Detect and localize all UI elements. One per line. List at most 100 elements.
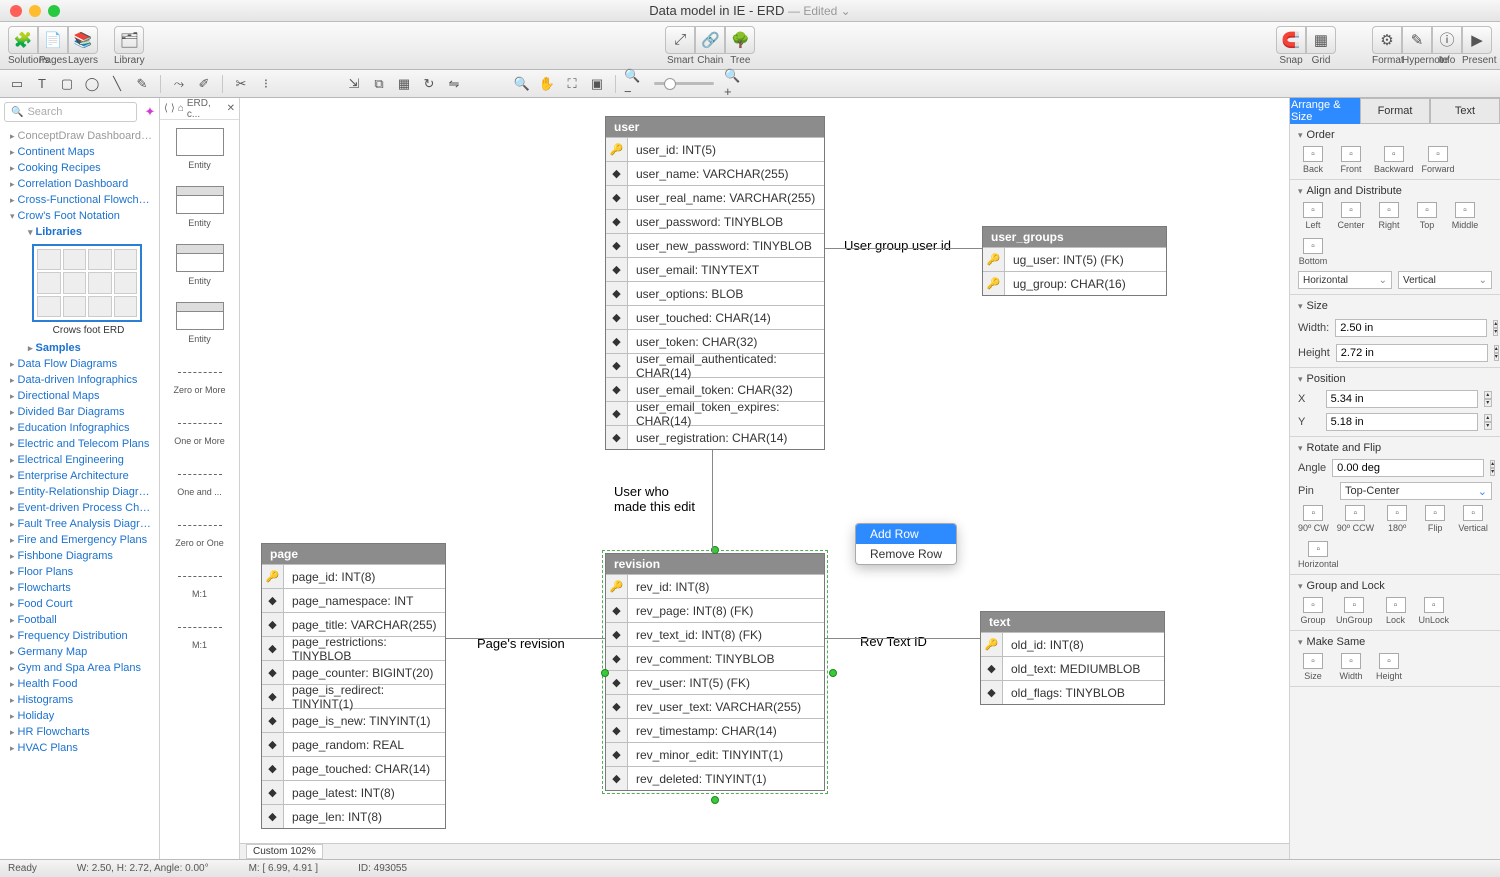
distribute-horizontal[interactable]: Horizontal [1298,271,1392,289]
erd-row[interactable]: ◆user_options: BLOB [606,281,824,305]
tree-item[interactable]: Fault Tree Analysis Diagrams [0,516,159,532]
erd-row[interactable]: ◆page_is_new: TINYINT(1) [262,708,445,732]
erd-row[interactable]: ◆rev_comment: TINYBLOB [606,646,824,670]
erd-table-user[interactable]: user🔑user_id: INT(5)◆user_name: VARCHAR(… [605,116,825,450]
rotate-vertical[interactable]: ▫Vertical [1458,505,1488,533]
pin-select[interactable]: Top-Center [1340,482,1492,500]
order-back[interactable]: ▫Back [1298,146,1328,174]
tree-item[interactable]: Football [0,612,159,628]
connector-tool[interactable]: ⤳ [168,74,190,94]
section-align[interactable]: Align and Distribute [1298,185,1492,197]
library-button[interactable]: 🗂 [114,26,144,54]
erd-row[interactable]: ◆user_real_name: VARCHAR(255) [606,185,824,209]
tab-format[interactable]: Format [1360,98,1430,124]
same-size[interactable]: ▫Size [1298,653,1328,681]
group-ungroup[interactable]: ▫UnGroup [1336,597,1373,625]
crumb-part[interactable]: ⟨ [164,103,168,114]
erd-row[interactable]: ◆user_email_authenticated: CHAR(14) [606,353,824,377]
erd-row[interactable]: ◆rev_user: INT(5) (FK) [606,670,824,694]
tree-item[interactable]: Fishbone Diagrams [0,548,159,564]
tree-item[interactable]: Floor Plans [0,564,159,580]
erd-row[interactable]: ◆user_name: VARCHAR(255) [606,161,824,185]
group-tool[interactable]: ▦ [393,74,415,94]
erd-row[interactable]: 🔑user_id: INT(5) [606,137,824,161]
erd-table-user_groups[interactable]: user_groups🔑ug_user: INT(5) (FK)🔑ug_grou… [982,226,1167,296]
tree-item[interactable]: Germany Map [0,644,159,660]
crumb-part[interactable]: ✕ [227,103,235,114]
shape-stencil[interactable]: M:1 [160,556,239,607]
distribute-vertical[interactable]: Vertical [1398,271,1492,289]
tree-item[interactable]: Samples [18,340,159,356]
shape-stencil[interactable]: One or More [160,403,239,454]
erd-row[interactable]: ◆page_latest: INT(8) [262,780,445,804]
order-forward[interactable]: ▫Forward [1422,146,1455,174]
erd-row[interactable]: 🔑ug_group: CHAR(16) [983,271,1166,295]
canvas-scrollbar[interactable]: Custom 102% [240,843,1289,859]
erd-row[interactable]: ◆user_email_token: CHAR(32) [606,377,824,401]
zoom-tool[interactable]: 🔍 [511,74,533,94]
breadcrumb[interactable]: ⟨⟩⌂ERD, c...✕ [160,98,239,120]
y-stepper[interactable]: ▴▾ [1484,414,1492,430]
tree-item[interactable]: Gym and Spa Area Plans [0,660,159,676]
format-button[interactable]: ⚙ [1372,26,1402,54]
section-size[interactable]: Size [1298,300,1492,312]
zoom-in[interactable]: 🔍+ [723,74,745,94]
shape-stencil[interactable]: Entity [160,120,239,178]
erd-row[interactable]: ◆user_new_password: TINYBLOB [606,233,824,257]
tree-item[interactable]: Directional Maps [0,388,159,404]
erd-row[interactable]: 🔑ug_user: INT(5) (FK) [983,247,1166,271]
erd-row[interactable]: ◆page_len: INT(8) [262,804,445,828]
minimize-window[interactable] [29,5,41,17]
wand-icon[interactable]: ✦ [141,104,159,120]
erd-row[interactable]: 🔑old_id: INT(8) [981,632,1164,656]
tree-item[interactable]: Electric and Telecom Plans [0,436,159,452]
tree-item[interactable]: HR Flowcharts [0,724,159,740]
rotate-tool[interactable]: ↻ [418,74,440,94]
eyedropper-tool[interactable]: ⁝ [255,74,277,94]
erd-row[interactable]: ◆page_title: VARCHAR(255) [262,612,445,636]
erd-row[interactable]: ◆user_password: TINYBLOB [606,209,824,233]
shape-stencil[interactable]: Entity [160,178,239,236]
tree-item[interactable]: Fire and Emergency Plans [0,532,159,548]
rotate-flip[interactable]: ▫Flip [1420,505,1450,533]
shape-stencil[interactable]: Zero or More [160,352,239,403]
pen-tool[interactable]: ✎ [131,74,153,94]
same-width[interactable]: ▫Width [1336,653,1366,681]
erd-row[interactable]: ◆old_flags: TINYBLOB [981,680,1164,704]
align-top[interactable]: ▫Top [1412,202,1442,230]
y-input[interactable] [1326,413,1478,431]
shape-stencil[interactable]: Zero or One [160,505,239,556]
height-input[interactable] [1336,344,1488,362]
text-tool[interactable]: T [31,74,53,94]
zoom-window[interactable] [48,5,60,17]
tree-item[interactable]: Enterprise Architecture [0,468,159,484]
shape-stencil[interactable]: Entity [160,294,239,352]
selection-handle[interactable] [601,669,609,677]
erd-row[interactable]: ◆rev_deleted: TINYINT(1) [606,766,824,790]
order-backward[interactable]: ▫Backward [1374,146,1414,174]
layers-button[interactable]: 📚 [68,26,98,54]
distribute-tool[interactable]: ⧉ [368,74,390,94]
align-right[interactable]: ▫Right [1374,202,1404,230]
pointer-tool[interactable]: ▭ [6,74,28,94]
erd-table-page[interactable]: page🔑page_id: INT(8)◆page_namespace: INT… [261,543,446,829]
align-center[interactable]: ▫Center [1336,202,1366,230]
order-front[interactable]: ▫Front [1336,146,1366,174]
actual-tool[interactable]: ▣ [586,74,608,94]
pages-button[interactable]: 📄 [38,26,68,54]
erd-row[interactable]: ◆user_email: TINYTEXT [606,257,824,281]
tree-item[interactable]: Education Infographics [0,420,159,436]
section-order[interactable]: Order [1298,129,1492,141]
angle-stepper[interactable]: ▴▾ [1490,460,1495,476]
close-window[interactable] [10,5,22,17]
erd-row[interactable]: ◆page_counter: BIGINT(20) [262,660,445,684]
tree-item[interactable]: Libraries [18,224,159,240]
tree-item[interactable]: Cross-Functional Flowcharts [0,192,159,208]
smart-button[interactable]: ⤢ [665,26,695,54]
erd-row[interactable]: ◆page_namespace: INT [262,588,445,612]
angle-input[interactable] [1332,459,1484,477]
rotate-horizontal[interactable]: ▫Horizontal [1298,541,1339,569]
x-input[interactable] [1326,390,1478,408]
tree-button[interactable]: 🌳 [725,26,755,54]
tree-item[interactable]: Crow's Foot Notation [0,208,159,224]
